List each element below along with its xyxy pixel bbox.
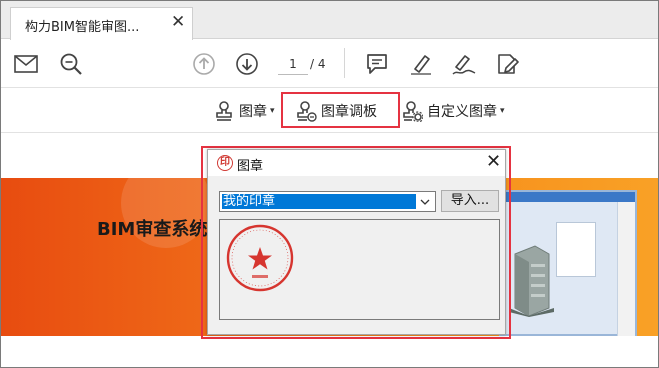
stamp-toolbar: 图章 ▾ 图章调板 自定义图章 ▾ (1, 89, 658, 133)
sign-icon[interactable] (451, 52, 477, 76)
seal-app-icon: 印 (217, 155, 233, 171)
screenshot-panel (556, 222, 596, 277)
stamp-preview-panel (219, 219, 500, 320)
tab-strip: 构力BIM智能审图... ✕ (1, 1, 658, 40)
comment-icon[interactable] (364, 52, 390, 76)
banner-title: BIM审查系统 (97, 219, 208, 240)
document-tab[interactable]: 构力BIM智能审图... ✕ (10, 7, 193, 40)
stamp-menu-label: 图章 (239, 104, 267, 120)
custom-stamp-label: 自定义图章 (427, 104, 497, 120)
screenshot-sidebar (617, 202, 635, 336)
company-seal-image[interactable] (225, 223, 295, 293)
stamp-palette-icon (295, 100, 317, 122)
chevron-down-icon[interactable] (417, 193, 433, 210)
chevron-down-icon: ▾ (500, 106, 505, 116)
fill-sign-icon[interactable] (495, 52, 521, 76)
page-number-input[interactable]: 1 (278, 53, 308, 75)
dialog-title: 图章 (237, 159, 264, 174)
custom-stamp-icon (401, 100, 423, 122)
page-down-icon[interactable] (234, 52, 260, 76)
highlight-pen-icon[interactable] (408, 52, 434, 76)
stamp-select[interactable]: 我的印章 (219, 191, 436, 212)
stamp-palette-button[interactable]: 图章调板 (295, 97, 377, 125)
stamp-palette-label: 图章调板 (321, 104, 377, 120)
page-up-icon[interactable] (191, 52, 217, 76)
mail-icon[interactable] (13, 52, 39, 76)
screenshot-titlebar (501, 192, 635, 202)
app-window: 构力BIM智能审图... ✕ 1 / 4 图章 ▾ 图章调板 自定义图章 ▾ B… (0, 0, 659, 368)
zoom-icon[interactable] (58, 52, 84, 76)
dialog-titlebar[interactable]: 印 图章 ✕ (208, 150, 505, 176)
stamp-menu-button[interactable]: 图章 ▾ (213, 97, 275, 125)
stamp-dialog: 印 图章 ✕ 我的印章 导入... (207, 149, 506, 335)
document-tab-title: 构力BIM智能审图... (25, 20, 140, 35)
import-button[interactable]: 导入... (441, 190, 499, 212)
close-icon[interactable]: ✕ (486, 152, 501, 172)
stamp-icon (213, 100, 235, 122)
main-toolbar: 1 / 4 (1, 40, 658, 88)
toolbar-divider (344, 48, 345, 78)
custom-stamp-button[interactable]: 自定义图章 ▾ (401, 97, 505, 125)
close-tab-icon[interactable]: ✕ (171, 13, 185, 31)
page-total: / 4 (310, 57, 326, 71)
software-screenshot-image (499, 190, 637, 336)
building-model-image (509, 245, 554, 317)
chevron-down-icon: ▾ (270, 106, 275, 116)
stamp-select-value: 我的印章 (222, 194, 416, 209)
